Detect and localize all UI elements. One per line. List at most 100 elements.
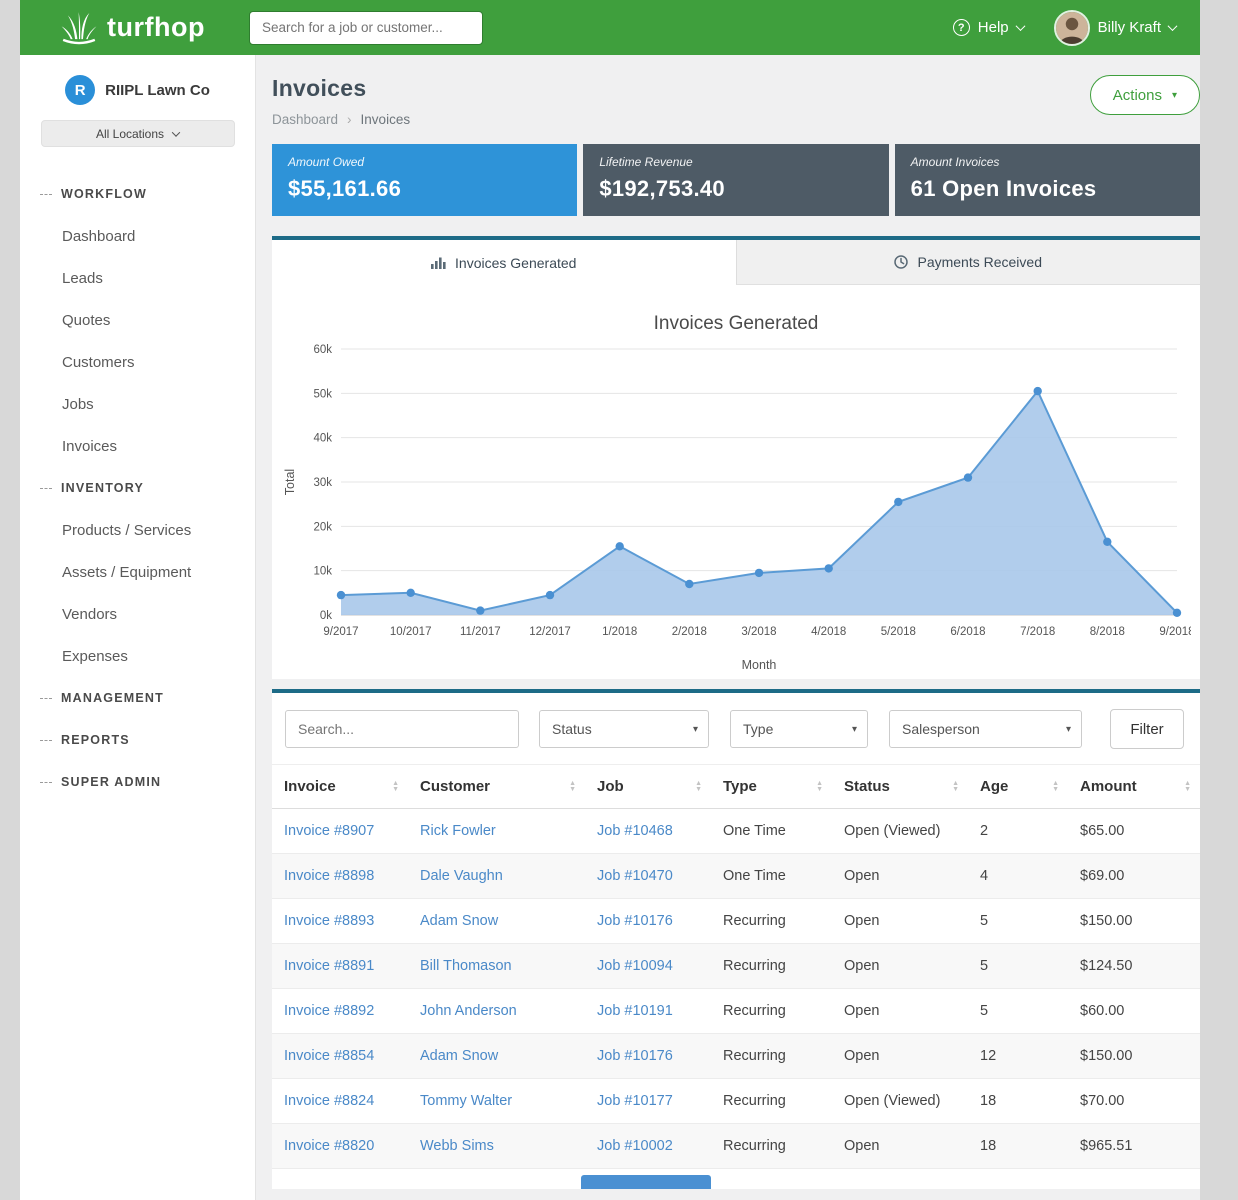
- sidebar-item-dashboard[interactable]: Dashboard: [20, 215, 255, 257]
- customer-link[interactable]: Dale Vaughn: [420, 868, 503, 884]
- sidebar-item-expenses[interactable]: Expenses: [20, 635, 255, 677]
- invoice-link[interactable]: Invoice #8907: [284, 823, 374, 839]
- company-logo-badge: R: [65, 75, 95, 105]
- location-selector[interactable]: All Locations: [41, 120, 235, 147]
- customer-link[interactable]: Bill Thomason: [420, 958, 512, 974]
- svg-text:50k: 50k: [313, 388, 332, 400]
- invoice-cell: Invoice #8854: [272, 1034, 408, 1079]
- svg-text:3/2018: 3/2018: [741, 626, 776, 638]
- help-label: Help: [978, 19, 1009, 36]
- column-header-type[interactable]: Type ▲▼: [711, 765, 832, 809]
- column-header-invoice[interactable]: Invoice▲▼: [272, 765, 408, 809]
- app-logo[interactable]: turfhop: [60, 10, 205, 46]
- type-cell: Recurring: [711, 1034, 832, 1079]
- status-cell: Open: [832, 1124, 968, 1169]
- user-menu[interactable]: Billy Kraft: [1054, 10, 1176, 46]
- table-row: Invoice #8820Webb SimsJob #10002Recurrin…: [272, 1124, 1200, 1169]
- sort-icon[interactable]: ▲▼: [695, 781, 702, 793]
- brand-name: turfhop: [107, 12, 205, 43]
- job-link[interactable]: Job #10191: [597, 1003, 673, 1019]
- bar-chart-icon: [431, 257, 446, 269]
- column-header-status[interactable]: Status▲▼: [832, 765, 968, 809]
- breadcrumb-invoices: Invoices: [361, 112, 411, 127]
- job-link[interactable]: Job #10176: [597, 1048, 673, 1064]
- invoice-link[interactable]: Invoice #8820: [284, 1138, 374, 1154]
- svg-text:9/2017: 9/2017: [323, 626, 358, 638]
- sidebar-section-management: MANAGEMENT: [20, 677, 255, 719]
- tab-payments-received[interactable]: Payments Received: [736, 240, 1201, 285]
- sidebar-item-invoices[interactable]: Invoices: [20, 425, 255, 467]
- sidebar-item-customers[interactable]: Customers: [20, 341, 255, 383]
- svg-text:20k: 20k: [313, 521, 332, 533]
- job-cell: Job #10470: [585, 854, 711, 899]
- tab-invoices-generated[interactable]: Invoices Generated: [272, 240, 736, 285]
- sort-icon[interactable]: ▲▼: [1052, 781, 1059, 793]
- actions-button[interactable]: Actions ▾: [1090, 75, 1200, 115]
- tab-label: Payments Received: [917, 254, 1042, 270]
- amount-cell: $65.00: [1068, 809, 1200, 854]
- breadcrumb-dashboard[interactable]: Dashboard: [272, 112, 338, 127]
- column-header-amount[interactable]: Amount ▲▼: [1068, 765, 1200, 809]
- main-content: Invoices Dashboard›Invoices Actions ▾ Am…: [256, 55, 1200, 1200]
- filter-select-salesperson[interactable]: Salesperson▾: [889, 710, 1082, 748]
- svg-text:0k: 0k: [320, 610, 332, 622]
- customer-link[interactable]: Adam Snow: [420, 913, 498, 929]
- job-link[interactable]: Job #10002: [597, 1138, 673, 1154]
- sidebar-item-vendors[interactable]: Vendors: [20, 593, 255, 635]
- sort-icon[interactable]: ▲▼: [569, 781, 576, 793]
- sidebar-section-workflow: WORKFLOW: [20, 173, 255, 215]
- location-label: All Locations: [96, 127, 164, 141]
- pagination-partial[interactable]: [581, 1175, 711, 1189]
- global-search-input[interactable]: [249, 11, 483, 45]
- select-value: Status: [552, 721, 592, 737]
- sort-icon[interactable]: ▲▼: [952, 781, 959, 793]
- chart-title: Invoices Generated: [280, 313, 1192, 335]
- filter-button[interactable]: Filter: [1110, 709, 1184, 749]
- job-link[interactable]: Job #10094: [597, 958, 673, 974]
- column-label: Type: [723, 778, 757, 795]
- customer-link[interactable]: Webb Sims: [420, 1138, 494, 1154]
- sidebar-item-jobs[interactable]: Jobs: [20, 383, 255, 425]
- column-header-job[interactable]: Job▲▼: [585, 765, 711, 809]
- breadcrumb: Dashboard›Invoices: [272, 112, 410, 127]
- status-cell: Open (Viewed): [832, 809, 968, 854]
- job-link[interactable]: Job #10470: [597, 868, 673, 884]
- job-link[interactable]: Job #10468: [597, 823, 673, 839]
- column-label: Amount: [1080, 778, 1137, 795]
- sort-icon[interactable]: ▲▼: [1184, 781, 1191, 793]
- topbar: turfhop ? Help Billy Kraft: [20, 0, 1200, 55]
- sort-icon[interactable]: ▲▼: [816, 781, 823, 793]
- customer-cell: John Anderson: [408, 989, 585, 1034]
- customer-link[interactable]: Adam Snow: [420, 1048, 498, 1064]
- job-link[interactable]: Job #10176: [597, 913, 673, 929]
- invoice-link[interactable]: Invoice #8893: [284, 913, 374, 929]
- invoice-link[interactable]: Invoice #8898: [284, 868, 374, 884]
- help-menu[interactable]: ? Help: [953, 19, 1024, 36]
- filter-select-type[interactable]: Type▾: [730, 710, 868, 748]
- job-link[interactable]: Job #10177: [597, 1093, 673, 1109]
- table-search-input[interactable]: [285, 710, 519, 748]
- sidebar-item-assets-equipment[interactable]: Assets / Equipment: [20, 551, 255, 593]
- job-cell: Job #10177: [585, 1079, 711, 1124]
- invoice-link[interactable]: Invoice #8854: [284, 1048, 374, 1064]
- invoice-cell: Invoice #8824: [272, 1079, 408, 1124]
- stat-card-lifetime-revenue: Lifetime Revenue $192,753.40: [583, 144, 888, 216]
- column-header-customer[interactable]: Customer▲▼: [408, 765, 585, 809]
- column-header-age[interactable]: Age▲▼: [968, 765, 1068, 809]
- sidebar-item-products-services[interactable]: Products / Services: [20, 509, 255, 551]
- customer-link[interactable]: John Anderson: [420, 1003, 517, 1019]
- sidebar-item-leads[interactable]: Leads: [20, 257, 255, 299]
- invoice-link[interactable]: Invoice #8824: [284, 1093, 374, 1109]
- amount-cell: $965.51: [1068, 1124, 1200, 1169]
- filter-select-status[interactable]: Status▾: [539, 710, 709, 748]
- invoice-link[interactable]: Invoice #8891: [284, 958, 374, 974]
- status-cell: Open: [832, 944, 968, 989]
- sort-icon[interactable]: ▲▼: [392, 781, 399, 793]
- section-dash-icon: [40, 740, 52, 741]
- page-title: Invoices: [272, 75, 410, 102]
- sidebar-item-quotes[interactable]: Quotes: [20, 299, 255, 341]
- customer-link[interactable]: Tommy Walter: [420, 1093, 512, 1109]
- customer-link[interactable]: Rick Fowler: [420, 823, 496, 839]
- chevron-down-icon: ▾: [1066, 724, 1071, 735]
- invoice-link[interactable]: Invoice #8892: [284, 1003, 374, 1019]
